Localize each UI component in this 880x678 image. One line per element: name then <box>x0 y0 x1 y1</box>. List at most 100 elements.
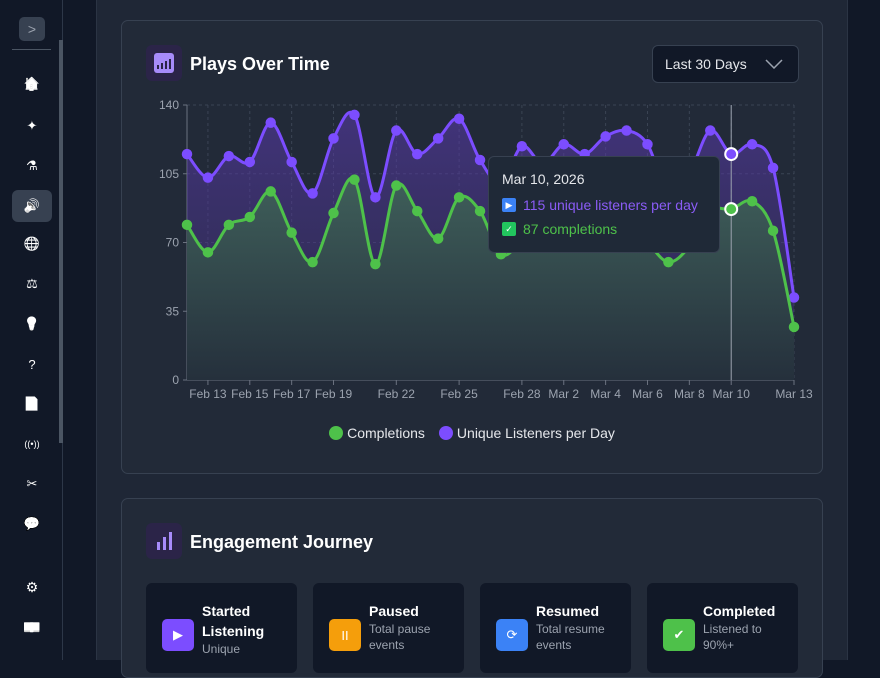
data-point[interactable] <box>181 148 193 160</box>
data-point[interactable] <box>705 125 716 136</box>
sidebar-item-document[interactable]: 📄 <box>12 388 52 420</box>
data-point[interactable] <box>746 196 758 207</box>
flask-icon: ⚗ <box>26 158 38 173</box>
scale-icon: ⚖ <box>26 276 38 291</box>
sidebar-item-broadcast[interactable]: ((•)) <box>12 428 52 460</box>
data-point[interactable] <box>411 148 423 160</box>
sidebar-item-gear[interactable]: ⚙ <box>12 571 52 603</box>
data-point[interactable] <box>516 141 528 152</box>
data-point[interactable] <box>223 150 235 162</box>
sidebar-item-lightbulb[interactable]: 💡 <box>12 308 52 340</box>
data-point[interactable] <box>202 247 214 258</box>
data-point[interactable] <box>432 233 444 244</box>
data-point[interactable] <box>181 219 193 231</box>
chart-legend: Completions Unique Listeners per Day <box>122 425 822 441</box>
data-point[interactable] <box>453 113 465 124</box>
data-point[interactable] <box>642 139 653 150</box>
data-point[interactable] <box>286 227 297 238</box>
data-point[interactable] <box>307 188 318 199</box>
data-point[interactable] <box>286 156 297 168</box>
sidebar-item-home[interactable]: 🏠 <box>12 68 52 100</box>
data-point[interactable] <box>349 109 360 121</box>
legend-item-completions[interactable]: Completions <box>329 425 425 441</box>
play-icon: ▶ <box>502 198 516 212</box>
tooltip-listeners: 115 unique listeners per day <box>523 197 698 213</box>
data-point[interactable] <box>453 192 465 203</box>
data-point[interactable] <box>370 258 381 270</box>
y-tick-label: 70 <box>166 236 180 250</box>
sidebar-item-chat[interactable]: 💬 <box>12 508 52 540</box>
engagement-card-title: Resumed <box>536 603 600 619</box>
data-point[interactable] <box>328 133 339 144</box>
x-tick-label: Feb 15 <box>231 387 269 401</box>
sidebar-item-speaker[interactable]: 🔊 <box>12 190 52 222</box>
chevron-right-icon: > <box>27 21 37 37</box>
data-point[interactable] <box>328 207 339 219</box>
document-icon: 📄 <box>23 396 41 411</box>
data-point[interactable] <box>223 219 235 231</box>
data-point[interactable] <box>370 192 381 203</box>
data-point[interactable] <box>265 186 276 197</box>
data-point[interactable] <box>767 162 779 174</box>
data-point[interactable] <box>202 172 214 183</box>
engagement-card-title: Started Listening <box>202 603 265 639</box>
sidebar-item-globe[interactable]: 🌐 <box>12 228 52 260</box>
data-point[interactable] <box>788 292 800 303</box>
play-icon: ▶ <box>162 619 194 651</box>
data-point[interactable] <box>621 125 632 136</box>
data-point[interactable] <box>244 156 256 168</box>
data-point[interactable] <box>474 154 486 166</box>
sidebar: > 🏠 ✦ ⚗ 🔊 🌐 ⚖ 💡? 📄 ((•)) ✂ 💬 ⚙ 💵 <box>0 0 63 660</box>
data-point[interactable] <box>663 256 674 268</box>
engagement-card-title: Completed <box>703 603 776 619</box>
sidebar-item-flask[interactable]: ⚗ <box>12 150 52 182</box>
y-tick-label: 105 <box>159 167 179 181</box>
engagement-card-subtitle: Total resume events <box>536 622 605 652</box>
active-point <box>724 202 739 217</box>
broadcast-icon: ((•)) <box>24 439 40 449</box>
data-point[interactable] <box>391 180 402 191</box>
sidebar-item-sparkles[interactable]: ✦ <box>12 110 52 142</box>
data-point[interactable] <box>411 205 423 217</box>
engagement-card-subtitle: Listened to 90%+ <box>703 622 762 652</box>
plays-over-time-card: Plays Over Time Last 30 Days 0 35 70 105 140… <box>121 20 823 474</box>
sidebar-item-money[interactable]: 💵 <box>12 611 52 643</box>
sidebar-scrollbar[interactable] <box>59 40 63 443</box>
data-point[interactable] <box>746 139 758 150</box>
data-point[interactable] <box>788 321 800 333</box>
x-tick-label: Feb 28 <box>503 387 541 401</box>
speaker-icon: 🔊 <box>23 198 41 213</box>
legend-item-listeners[interactable]: Unique Listeners per Day <box>438 425 615 441</box>
check-icon: ✓ <box>502 222 516 236</box>
sidebar-item-tools[interactable]: ✂ <box>12 468 52 500</box>
x-tick-label: Feb 25 <box>440 387 478 401</box>
x-tick-label: Mar 4 <box>590 387 621 401</box>
tooltip-date: Mar 10, 2026 <box>502 171 585 187</box>
data-point[interactable] <box>244 211 256 223</box>
tools-icon: ✂ <box>26 476 38 491</box>
x-tick-label: Mar 2 <box>548 387 579 401</box>
home-icon: 🏠 <box>23 76 41 91</box>
data-point[interactable] <box>558 139 570 150</box>
tooltip-completions: 87 completions <box>523 221 618 237</box>
sidebar-item-scale[interactable]: ⚖ <box>12 268 52 300</box>
gear-icon: ⚙ <box>25 578 39 595</box>
x-tick-label: Mar 13 <box>775 387 813 401</box>
chat-icon: 💬 <box>23 516 41 531</box>
data-point[interactable] <box>474 205 486 217</box>
data-point[interactable] <box>767 225 779 236</box>
money-icon: 💵 <box>23 618 41 635</box>
engagement-card-subtitle: Total pause events <box>369 622 431 652</box>
sidebar-item-help[interactable]: ? <box>12 348 52 380</box>
data-point[interactable] <box>432 133 444 144</box>
sidebar-toggle-button[interactable]: > <box>19 17 45 41</box>
data-point[interactable] <box>265 117 276 128</box>
check-circle-icon: ✔ <box>663 619 695 651</box>
y-tick-label: 35 <box>166 304 180 318</box>
refresh-icon: ⟳ <box>496 619 528 651</box>
data-point[interactable] <box>349 174 360 185</box>
data-point[interactable] <box>600 131 611 142</box>
data-point[interactable] <box>391 125 402 136</box>
x-tick-label: Feb 22 <box>378 387 416 401</box>
data-point[interactable] <box>307 256 318 268</box>
